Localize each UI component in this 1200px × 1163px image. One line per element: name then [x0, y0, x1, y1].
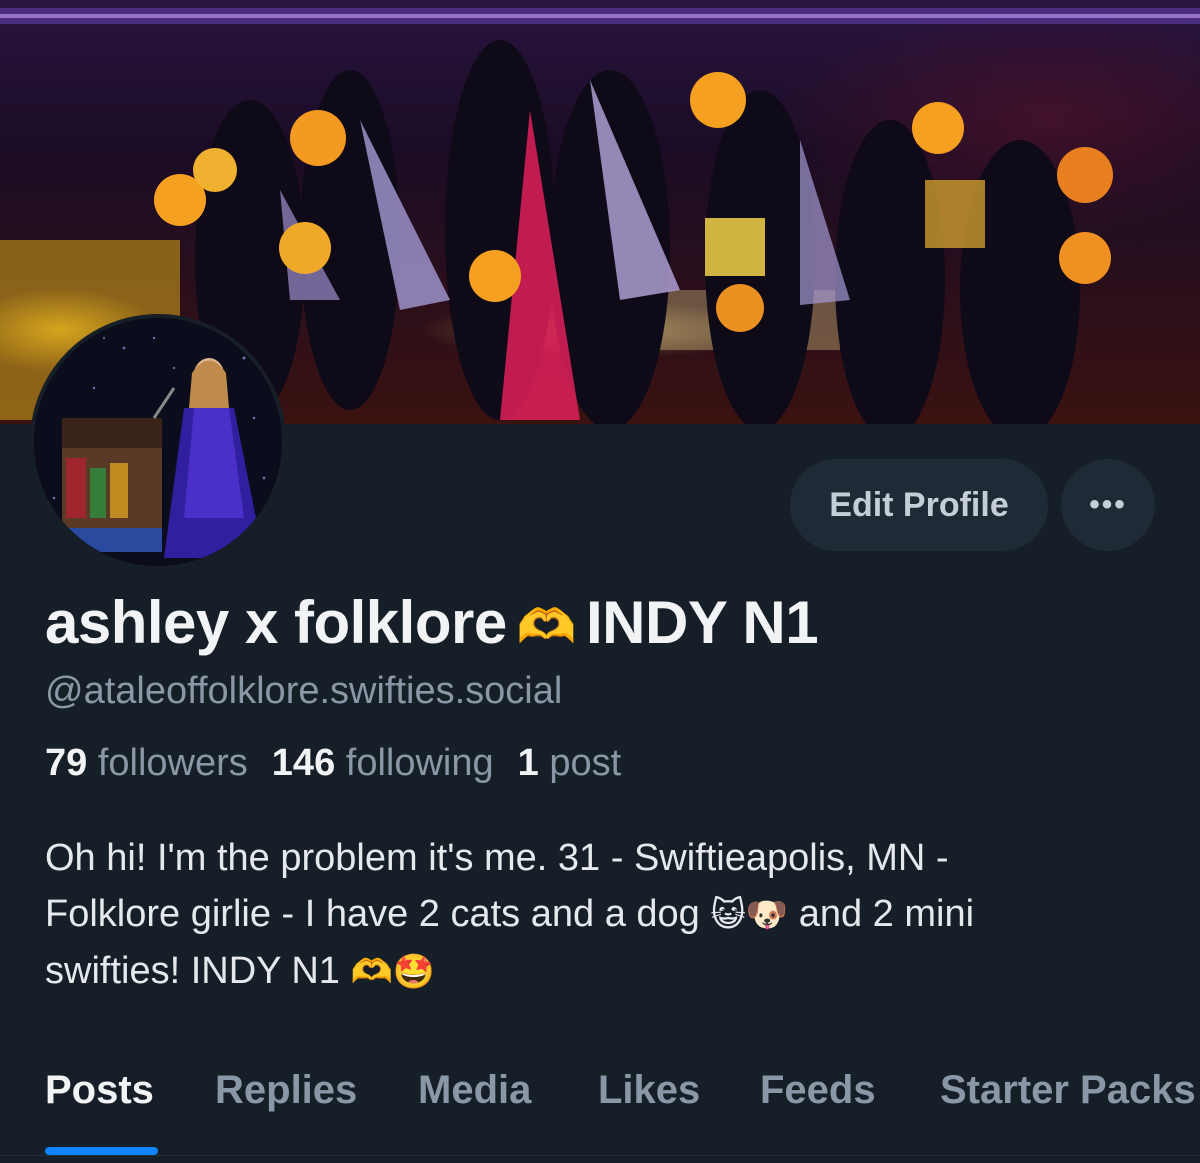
tab-feeds[interactable]: Feeds [760, 1068, 876, 1113]
heart-hands-icon: 🫶 [516, 601, 577, 654]
display-name-suffix: INDY N1 [585, 589, 819, 656]
more-options-button[interactable]: ••• [1061, 459, 1155, 551]
bio-line-1: Oh hi! I'm the problem it's me. 31 - Swi… [45, 837, 949, 879]
heart-hands-icon: 🫶 [350, 953, 393, 991]
edit-profile-button[interactable]: Edit Profile [790, 459, 1048, 551]
tab-media[interactable]: Media [418, 1068, 531, 1113]
followers-count: 79 [45, 742, 88, 784]
cat-face-icon: 😺 [710, 896, 746, 934]
tab-posts[interactable]: Posts [45, 1068, 154, 1113]
following-count: 146 [271, 742, 336, 784]
tabs-divider [0, 1155, 1200, 1156]
display-name-text: ashley x folklore [45, 589, 507, 656]
star-struck-icon: 🤩 [392, 953, 436, 991]
followers-label: followers [97, 742, 248, 784]
profile-tabs: Posts Replies Media Likes Feeds Starter … [0, 1050, 1200, 1163]
profile-avatar[interactable] [30, 314, 286, 570]
followers-link[interactable]: 79 followers [45, 742, 248, 784]
following-label: following [345, 742, 494, 784]
profile-handle: @ataleoffolklore.swifties.social [45, 670, 563, 712]
tab-starter-packs[interactable]: Starter Packs [940, 1068, 1196, 1113]
posts-stat: 1 post [518, 742, 622, 784]
posts-count: 1 [517, 742, 539, 784]
bio-line-3-text: swifties! INDY N1 [45, 950, 340, 992]
ellipsis-icon: ••• [1089, 488, 1127, 521]
dog-face-icon: 🐶 [745, 896, 789, 934]
tab-likes[interactable]: Likes [598, 1068, 700, 1113]
posts-label: post [549, 742, 622, 784]
bio-line-3: swifties! INDY N1 🫶🤩 [45, 943, 1165, 1000]
active-tab-indicator [45, 1147, 158, 1155]
following-link[interactable]: 146 following [272, 742, 494, 784]
avatar-image [34, 318, 282, 566]
profile-bio: Oh hi! I'm the problem it's me. 31 - Swi… [45, 830, 1165, 1000]
bio-line-2-end: and 2 mini [798, 893, 975, 935]
display-name: ashley x folklore 🫶 INDY N1 [45, 588, 819, 657]
tab-replies[interactable]: Replies [215, 1068, 357, 1113]
bio-line-2: Folklore girlie - I have 2 cats and a do… [45, 886, 1165, 943]
profile-page: Edit Profile ••• ashley x folklore 🫶 INDY … [0, 0, 1200, 1163]
bio-line-2-text: Folklore girlie - I have 2 cats and a do… [45, 893, 700, 935]
profile-stats: 79 followers 146 following 1 post [45, 742, 621, 785]
